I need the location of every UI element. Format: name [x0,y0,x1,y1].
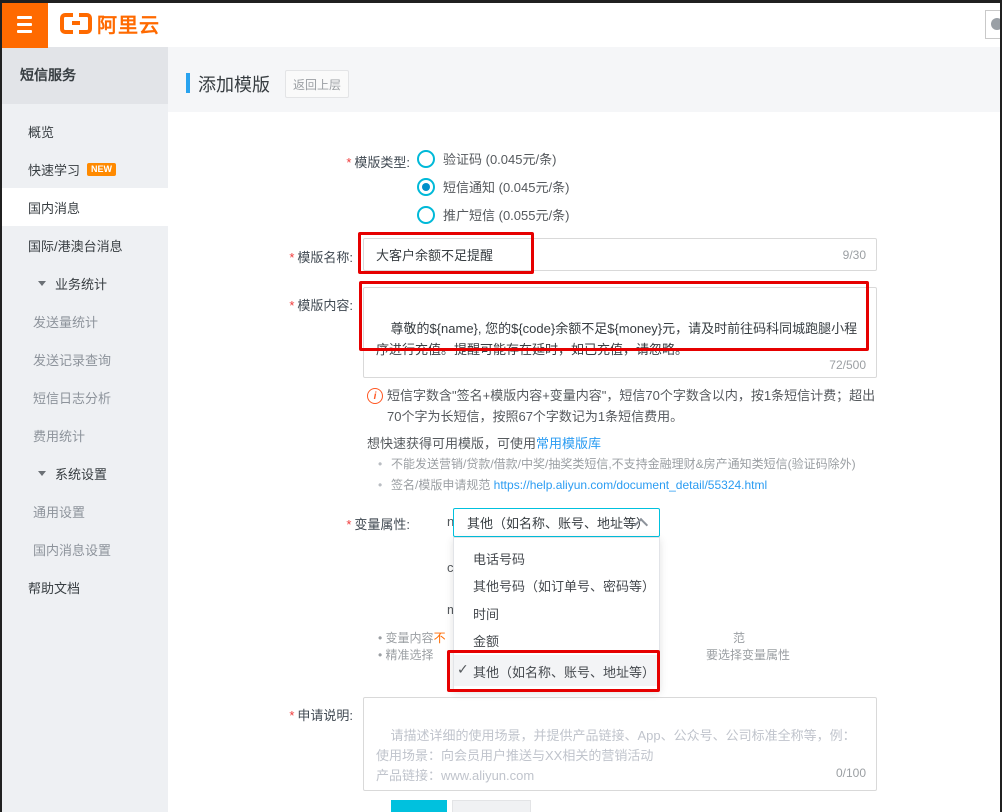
frame-edge-left [0,0,2,812]
aliyun-brackets-icon [60,13,92,34]
variable-attr-select[interactable]: 其他（如名称、账号、地址等） [453,508,660,537]
sidebar-item-help-docs[interactable]: 帮助文档 [0,568,168,606]
frame-edge-top [0,0,1002,3]
application-counter: 0/100 [790,766,866,780]
check-icon: ✓ [457,661,469,678]
radio-option-verification-code[interactable]: 验证码 (0.045元/条) [417,149,556,168]
caret-down-icon [38,471,46,476]
sidebar-group-business-stats[interactable]: 业务统计 [0,264,168,302]
sidebar-item-send-volume[interactable]: 发送量统计 [0,302,168,340]
dropdown-option-other-label[interactable]: 其他（如名称、账号、地址等） [473,662,655,681]
template-content-value: 尊敬的${name}, 您的${code}余额不足${money}元，请及时前往… [376,321,857,357]
template-name-label: *模版名称: [223,247,353,266]
back-button[interactable]: 返回上层 [285,70,349,98]
radio-checked-icon [417,178,435,196]
page-title: 添加模版 [198,71,270,97]
radio-unchecked-icon [417,150,435,168]
variable-note-fragment: • 变量内容不 [378,629,446,646]
sidebar-list: 概览 快速学习NEW 国内消息 国际/港澳台消息 业务统计 发送量统计 发送记录… [0,104,168,606]
radio-option-sms-notification[interactable]: 短信通知 (0.045元/条) [417,177,569,196]
logo-text: 阿里云 [97,9,160,38]
submit-button[interactable] [391,800,447,812]
dropdown-option-phone[interactable]: 电话号码 [473,549,525,568]
sidebar-item-domestic-settings[interactable]: 国内消息设置 [0,530,168,568]
variable-attr-label: *变量属性: [280,514,410,533]
caret-down-icon [38,281,46,286]
char-count-note: 短信字数含"签名+模版内容+变量内容"，短信70个字数含以内，按1条短信计费；超… [387,385,880,427]
template-library-link[interactable]: 常用模版库 [536,436,601,451]
variable-note-fragment: • 精准选择 [378,646,434,663]
aliyun-logo: 阿里云 [60,11,160,35]
page: 阿里云 短信服务 概览 快速学习NEW 国内消息 国际/港澳台消息 业务统计 发… [0,0,1002,812]
sidebar-item-domestic-messages[interactable]: 国内消息 [0,188,168,226]
content-counter: 72/500 [790,358,866,372]
sidebar-item-general-settings[interactable]: 通用设置 [0,492,168,530]
sidebar: 短信服务 概览 快速学习NEW 国内消息 国际/港澳台消息 业务统计 发送量统计… [0,47,168,812]
hamburger-button[interactable] [0,0,48,48]
sidebar-item-cost-stats[interactable]: 费用统计 [0,416,168,454]
radio-option-promo-sms[interactable]: 推广短信 (0.055元/条) [417,205,569,224]
sidebar-item-quick-learn[interactable]: 快速学习NEW [0,150,168,188]
sidebar-title: 短信服务 [0,47,168,104]
rule-item: 不能发送营销/贷款/借款/中奖/抽奖类短信,不支持金融理财&房产通知类短信(验证… [378,454,891,475]
application-desc-placeholder: 请描述详细的使用场景，并提供产品链接、App、公众号、公司标准全称等，例： 使用… [376,728,856,783]
name-counter: 9/30 [790,248,866,262]
spec-doc-link[interactable]: https://help.aliyun.com/document_detail/… [494,478,768,492]
rule-item: 签名/模版申请规范 https://help.aliyun.com/docume… [378,475,891,496]
template-type-label: *模版类型: [280,152,410,171]
sidebar-item-send-records[interactable]: 发送记录查询 [0,340,168,378]
sidebar-item-sms-log[interactable]: 短信日志分析 [0,378,168,416]
cancel-button[interactable] [452,800,531,812]
radio-unchecked-icon [417,206,435,224]
dropdown-option-other-number[interactable]: 其他号码（如订单号、密码等） [473,576,655,595]
sidebar-group-system-settings[interactable]: 系统设置 [0,454,168,492]
quick-template-note: 想快速获得可用模版，可使用常用模版库 [367,433,601,454]
dropdown-option-time[interactable]: 时间 [473,604,499,623]
sidebar-item-overview[interactable]: 概览 [0,112,168,150]
info-icon: i [367,388,383,404]
variable-attr-link-fragment[interactable]: 要选择变量属性 [706,646,790,663]
title-accent-bar [186,73,190,93]
application-desc-label: *申请说明: [223,705,353,724]
template-content-label: *模版内容: [223,295,353,314]
variable-spec-link-fragment[interactable]: 范 [733,629,745,646]
sidebar-item-international-messages[interactable]: 国际/港澳台消息 [0,226,168,264]
select-value: 其他（如名称、账号、地址等） [467,513,649,532]
new-badge: NEW [87,163,116,176]
dropdown-option-amount[interactable]: 金额 [473,631,499,650]
